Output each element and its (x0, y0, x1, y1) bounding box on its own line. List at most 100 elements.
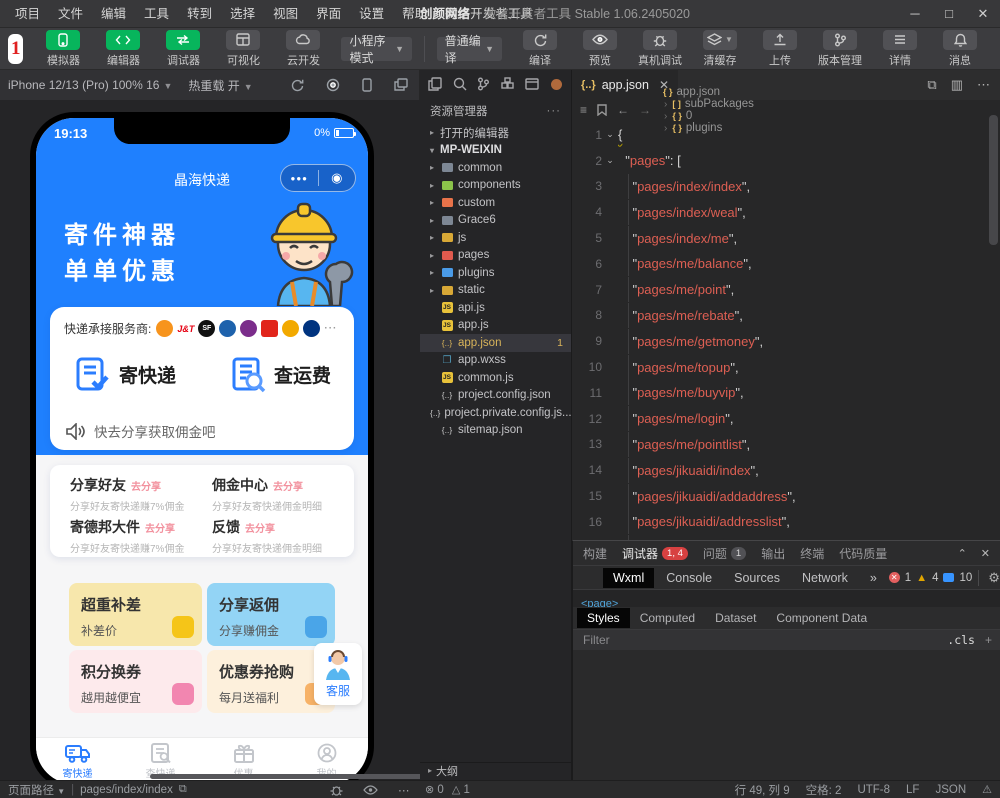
window-icon[interactable] (525, 78, 539, 90)
tree-item-js[interactable]: ▸js (420, 229, 571, 247)
devtools-tab-Wxml[interactable]: Wxml (603, 568, 654, 588)
code-line[interactable]: 16 "pages/jikuaidi/addresslist", (572, 509, 1000, 535)
minimize-button[interactable]: ─ (898, 0, 932, 28)
menu-项目[interactable]: 项目 (6, 0, 49, 28)
code-line[interactable]: 15 "pages/jikuaidi/addaddress", (572, 483, 1000, 509)
copy-icon[interactable]: ⧉ (179, 783, 187, 796)
menu-设置[interactable]: 设置 (350, 0, 393, 28)
tree-item-api.js[interactable]: JSapi.js (420, 299, 571, 317)
close-icon[interactable]: ✕ (981, 547, 990, 560)
devtools-tab-»[interactable]: » (860, 568, 887, 588)
code-line[interactable]: 5 "pages/index/me", (572, 225, 1000, 251)
collapse-icon[interactable]: ⌃ (958, 547, 967, 560)
horizontal-scrollbar[interactable] (150, 774, 428, 779)
code-line[interactable]: 4 "pages/index/weal", (572, 199, 1000, 225)
toolbar-button-上传[interactable]: 上传 (754, 30, 806, 68)
fold-chevron-icon[interactable]: ⌄ (602, 155, 618, 166)
tree-item-Grace6[interactable]: ▸Grace6 (420, 212, 571, 230)
panel-tab-构建[interactable]: 构建 (583, 545, 607, 562)
menu-选择[interactable]: 选择 (221, 0, 264, 28)
action-寄快递[interactable]: 寄快递 (73, 355, 176, 393)
toolbar-button-模拟器[interactable]: 模拟器 (37, 30, 89, 68)
promo-card-超重补差[interactable]: 超重补差补差价 (69, 583, 202, 646)
status-JSON[interactable]: JSON (935, 784, 966, 796)
style-tab-Styles[interactable]: Styles (577, 608, 630, 628)
tree-item-plugins[interactable]: ▸plugins (420, 264, 571, 282)
toolbar-button-消息[interactable]: 消息 (934, 30, 986, 68)
maximize-button[interactable]: □ (932, 0, 966, 28)
code-line[interactable]: 2⌄ "pages": [ (572, 148, 1000, 174)
breadcrumb-item-app.json[interactable]: { }app.json (663, 86, 754, 98)
close-minipgm-icon[interactable]: ◉ (319, 170, 356, 186)
tree-item-components[interactable]: ▸components (420, 177, 571, 195)
tree-item-打开的编辑器[interactable]: ▸打开的编辑器 (420, 124, 571, 142)
menu-转到[interactable]: 转到 (178, 0, 221, 28)
source-control-icon[interactable] (477, 77, 490, 91)
toolbar-button-可视化[interactable]: 可视化 (217, 30, 269, 68)
mode-select[interactable]: 小程序模式▼ (341, 37, 412, 61)
outline-section[interactable]: ▸ 大纲 (420, 762, 571, 778)
announcement[interactable]: 快去分享获取佣金吧 (66, 421, 216, 441)
more-icon[interactable]: ⋯ (977, 77, 990, 93)
more-icon[interactable]: ⋯ (398, 783, 410, 797)
devtools-tab-Network[interactable]: Network (792, 568, 858, 588)
tree-item-project.private.config.js...[interactable]: {..}project.private.config.js... (420, 404, 571, 422)
tree-item-app.wxss[interactable]: ❐app.wxss (420, 352, 571, 370)
back-icon[interactable]: ← (617, 103, 629, 117)
action-查运费[interactable]: 查运费 (228, 355, 331, 393)
code-area[interactable]: 1⌄{2⌄ "pages": [3 "pages/index/index",4 … (572, 122, 1000, 540)
toolbar-button-真机调试[interactable]: 真机调试 (634, 30, 686, 68)
search-icon[interactable] (453, 77, 467, 91)
status-行 49, 列 9[interactable]: 行 49, 列 9 (735, 782, 790, 798)
wxml-root-node[interactable]: <page> (581, 598, 618, 607)
code-line[interactable]: 14 "pages/jikuaidi/index", (572, 457, 1000, 483)
breadcrumb-item-0[interactable]: ›{ }0 (663, 110, 754, 122)
promo-card-分享返佣[interactable]: 分享返佣分享赚佣金 (207, 583, 335, 646)
code-line[interactable]: 10 "pages/me/topup", (572, 354, 1000, 380)
more-menu-icon[interactable]: ●●● (281, 174, 318, 183)
add-style-icon[interactable]: + (985, 633, 992, 647)
toolbar-button-云开发[interactable]: 云开发 (277, 30, 329, 68)
cls-toggle[interactable]: .cls (947, 633, 975, 647)
toolbar-button-预览[interactable]: 预览 (574, 30, 626, 68)
device-icon[interactable] (362, 78, 372, 92)
forward-icon[interactable]: → (639, 103, 651, 117)
code-line[interactable]: 7 "pages/me/point", (572, 277, 1000, 303)
filter-input[interactable] (581, 632, 947, 648)
tree-item-pages[interactable]: ▸pages (420, 247, 571, 265)
extensions-icon[interactable] (501, 77, 515, 91)
files-icon[interactable] (428, 77, 442, 91)
device-select[interactable]: iPhone 12/13 (Pro) 100% 16▼ (8, 78, 172, 92)
toolbar-button-清缓存[interactable]: ▼清缓存 (694, 30, 746, 68)
panel-tab-代码质量[interactable]: 代码质量 (839, 545, 887, 562)
windows-icon[interactable] (394, 78, 408, 92)
style-tab-Dataset[interactable]: Dataset (705, 608, 766, 628)
toolbar-button-版本管理[interactable]: 版本管理 (814, 30, 866, 68)
panel-tab-问题[interactable]: 问题1 (703, 545, 746, 562)
share-item-反馈[interactable]: 反馈去分享分享好友寄快递佣金明细 (212, 517, 354, 555)
code-line[interactable]: 3 "pages/index/index", (572, 174, 1000, 200)
code-line[interactable]: 8 "pages/me/rebate", (572, 303, 1000, 329)
eye-icon[interactable] (363, 785, 378, 795)
appdot-icon[interactable] (550, 78, 563, 91)
panel-tab-输出[interactable]: 输出 (761, 545, 785, 562)
tree-item-common[interactable]: ▸common (420, 159, 571, 177)
code-line[interactable]: 12 "pages/me/login", (572, 406, 1000, 432)
rotate-icon[interactable] (290, 78, 304, 92)
status-空格: 2[interactable]: 空格: 2 (806, 782, 842, 798)
menu-视图[interactable]: 视图 (264, 0, 307, 28)
code-line[interactable]: 1⌄{ (572, 122, 1000, 148)
tree-item-app.json[interactable]: {..}app.json1 (420, 334, 571, 352)
share-item-分享好友[interactable]: 分享好友去分享分享好友寄快递赚7%佣金 (70, 475, 212, 513)
toolbar-button-详情[interactable]: 详情 (874, 30, 926, 68)
bookmark-icon[interactable] (597, 104, 607, 116)
bug-icon[interactable] (330, 784, 343, 796)
panel-tab-终端[interactable]: 终端 (800, 545, 824, 562)
status-LF[interactable]: LF (906, 784, 919, 796)
share-item-佣金中心[interactable]: 佣金中心去分享分享好友寄快递佣金明细 (212, 475, 354, 513)
code-line[interactable]: 11 "pages/me/buyvip", (572, 380, 1000, 406)
style-tab-Component Data[interactable]: Component Data (766, 608, 877, 628)
tree-item-common.js[interactable]: JScommon.js (420, 369, 571, 387)
customer-service-widget[interactable]: 客服 (314, 643, 362, 705)
status-UTF-8[interactable]: UTF-8 (857, 784, 890, 796)
